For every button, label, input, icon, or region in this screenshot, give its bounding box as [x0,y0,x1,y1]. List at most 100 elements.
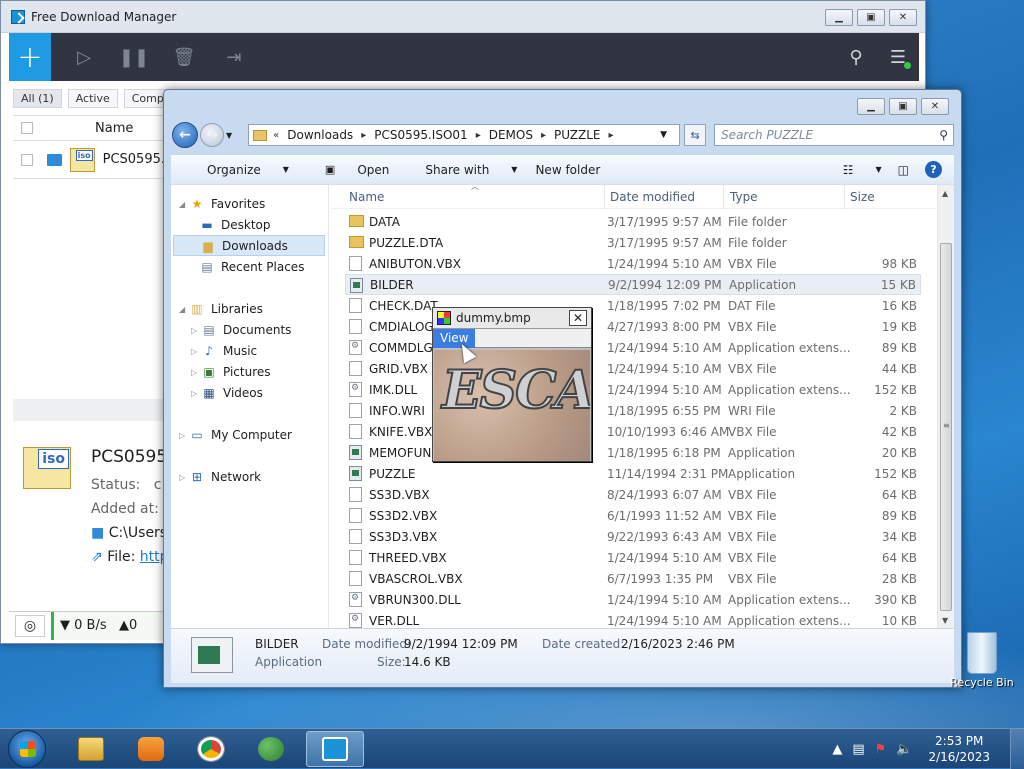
expand-arrow-icon[interactable]: ▷ [191,347,197,356]
select-all-checkbox[interactable] [21,122,33,134]
organize-button[interactable]: Organize ▼ [189,163,289,177]
column-name[interactable]: Name [349,190,384,204]
file-row[interactable]: THREED.VBX 1/24/1994 5:10 AM VBX File 64 KB [345,547,921,568]
file-date: 3/17/1995 9:57 AM [607,214,722,229]
move-icon[interactable]: ⇥ [209,33,259,81]
close-button[interactable]: ✕ [889,9,917,26]
detail-file-link[interactable]: ⇗ File: https [91,549,165,565]
file-row[interactable]: SS3D2.VBX 6/1/1993 11:52 AM VBX File 89 KB [345,505,921,526]
search-icon[interactable]: ⚲ [835,33,877,81]
menu-icon[interactable]: ☰ [877,33,919,81]
scroll-down-icon[interactable]: ▼ [942,616,948,625]
file-name: SS3D2.VBX [369,508,438,523]
filter-all[interactable]: All (1) [13,89,62,108]
file-row[interactable]: PUZZLE.DTA 3/17/1995 9:57 AM File folder [345,232,921,253]
crumb-puzzle[interactable]: PUZZLE [554,128,601,142]
snail-mode-icon[interactable]: ◎ [15,614,45,637]
maximize-button[interactable]: ▣ [889,98,917,115]
expand-arrow-icon[interactable]: ▷ [191,389,197,398]
column-date[interactable]: Date modified [610,190,695,204]
fdm-titlebar[interactable]: Free Download Manager [1,1,925,33]
download-row[interactable]: iso PCS0595. [13,141,165,179]
file-row[interactable]: VBASCROL.VBX 6/7/1993 1:35 PM VBX File 28 K… [345,568,921,589]
folder-icon[interactable] [46,153,62,166]
taskbar-chrome[interactable] [182,731,240,767]
close-button[interactable]: ✕ [569,310,587,326]
detail-path[interactable]: ■ C:\Users [91,525,165,541]
popup-titlebar[interactable]: dummy.bmp ✕ [433,308,591,329]
taskbar-network-app[interactable] [242,731,300,767]
open-button[interactable]: ▣ Open [307,163,389,177]
file-row[interactable]: SS3D3.VBX 9/22/1993 6:43 AM VBX File 34 KB [345,526,921,547]
nav-my-computer[interactable]: ▭ My Computer [189,424,292,445]
column-size[interactable]: Size [850,190,875,204]
chevron-down-icon[interactable]: ▼ [660,130,667,140]
help-icon[interactable]: ? [925,161,942,178]
minimize-button[interactable]: ▁ [825,9,853,26]
vertical-scrollbar[interactable]: ▲ ≡ ▼ [937,185,954,629]
file-row[interactable]: PUZZLE 11/14/1994 2:31 PM Application 152 K… [345,463,921,484]
show-hidden-icons[interactable]: ▲ [832,742,842,757]
file-row[interactable]: VBRUN300.DLL 1/24/1994 5:10 AM Application… [345,589,921,610]
row-checkbox[interactable] [21,153,33,166]
taskbar-explorer[interactable] [62,731,120,767]
network-icon[interactable]: ▤ [852,742,864,757]
maximize-button[interactable]: ▣ [857,9,885,26]
nav-documents[interactable]: ▤ Documents [201,319,291,340]
delete-icon[interactable]: 🗑 [159,33,209,81]
nav-music[interactable]: ♪ Music [201,340,257,361]
pause-icon[interactable]: ❚❚ [109,33,159,81]
search-input[interactable]: Search PUZZLE ⚲ [714,124,955,146]
expand-arrow-icon[interactable]: ▷ [191,368,197,377]
minimize-button[interactable]: ▁ [857,98,885,115]
scroll-up-icon[interactable]: ▲ [942,189,948,198]
column-type[interactable]: Type [730,190,758,204]
documents-icon: ▤ [203,322,215,337]
file-row[interactable]: ANIBUTON.VBX 1/24/1994 5:10 AM VBX File 98 … [345,253,921,274]
file-row[interactable]: BILDER 9/2/1994 12:09 PM Application 15 KB [345,274,921,295]
back-button[interactable]: ← [172,122,198,148]
share-with-button[interactable]: Share with ▼ [407,163,517,177]
file-row[interactable]: SS3D.VBX 8/24/1993 6:07 AM VBX File 64 KB [345,484,921,505]
nav-favorites[interactable]: ★ Favorites [189,193,266,214]
crumb-demos[interactable]: DEMOS [489,128,533,142]
add-download-button[interactable]: + [9,33,51,81]
preview-pane-icon[interactable]: ◫ [898,163,909,177]
refresh-icon[interactable]: ⇆ [684,124,707,146]
expand-arrow-icon[interactable]: ▷ [179,473,185,482]
collapse-arrow-icon[interactable]: ◢ [179,305,185,314]
column-name[interactable]: Name [95,121,133,136]
action-center-icon[interactable]: ⚑ [875,742,887,757]
nav-recent-places[interactable]: ▤ Recent Places [199,256,304,277]
clock[interactable]: 2:53 PM 2/16/2023 [928,733,990,765]
expand-arrow-icon[interactable]: ▷ [191,326,197,335]
history-dropdown-icon[interactable]: ▼ [226,131,232,140]
close-button[interactable]: ✕ [921,98,949,115]
taskbar-media-player[interactable] [122,731,180,767]
nav-pictures[interactable]: ▣ Pictures [201,361,270,382]
expand-arrow-icon[interactable]: ▷ [179,431,185,440]
crumb-downloads[interactable]: Downloads [287,128,353,142]
show-desktop-button[interactable] [1010,729,1024,769]
search-icon[interactable]: ⚲ [939,128,948,142]
resume-icon[interactable]: ▷ [59,33,109,81]
new-folder-button[interactable]: New folder [535,163,600,177]
recycle-bin[interactable]: Recycle Bin [947,632,1017,689]
nav-network[interactable]: ⊞ Network [189,466,261,487]
breadcrumb[interactable]: « Downloads ▸ PCS0595.ISO01 ▸ DEMOS ▸ PUZZL… [248,124,681,146]
taskbar-fdm[interactable] [306,731,364,767]
file-name: DATA [369,214,400,229]
start-button[interactable] [8,730,46,768]
filter-active[interactable]: Active [67,89,118,108]
nav-libraries[interactable]: ▥ Libraries [189,298,263,319]
forward-button[interactable]: → [200,123,224,147]
collapse-arrow-icon[interactable]: ◢ [179,200,185,209]
file-row[interactable]: DATA 3/17/1995 9:57 AM File folder [345,211,921,232]
nav-desktop[interactable]: ▬ Desktop [199,214,270,235]
view-options-icon[interactable]: ☷ ▼ [843,163,882,177]
volume-icon[interactable]: 🔈 [896,742,912,757]
file-size: 42 KB [881,424,917,439]
nav-videos[interactable]: ▦ Videos [201,382,263,403]
nav-downloads[interactable]: ▆ Downloads [173,235,325,256]
crumb-iso[interactable]: PCS0595.ISO01 [374,128,467,142]
